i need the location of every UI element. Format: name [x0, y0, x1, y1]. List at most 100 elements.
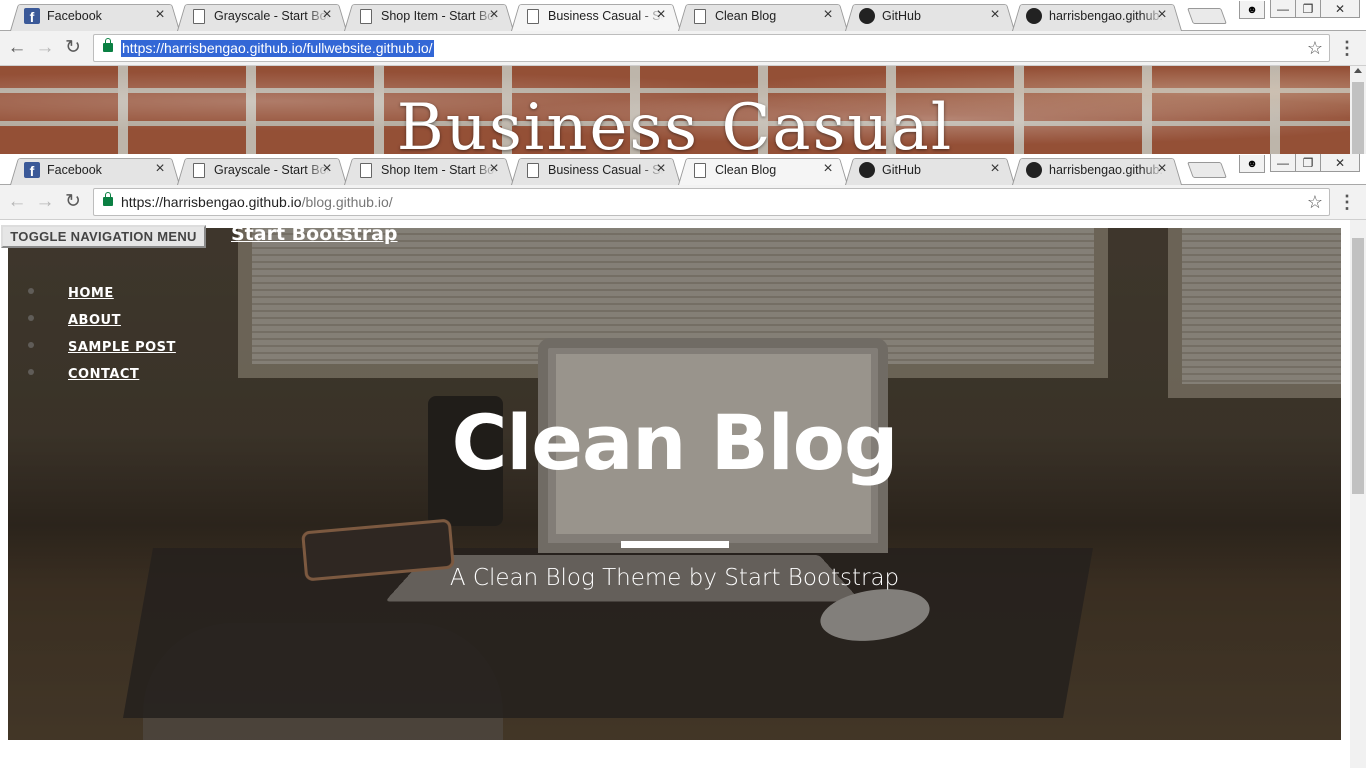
tab-strip: f Facebook × Grayscale - Start Bootstrap… — [0, 154, 1366, 185]
hero-header: Clean Blog A Clean Blog Theme by Start B… — [8, 228, 1341, 740]
tab-harrisbengao[interactable]: harrisbengao.github.io × — [1012, 155, 1182, 185]
address-bar[interactable]: https://harrisbengao.github.io/blog.gith… — [93, 188, 1330, 216]
tab-title: Clean Blog — [715, 163, 777, 177]
close-icon[interactable]: × — [987, 7, 1003, 23]
tab-clean-blog[interactable]: Clean Blog × — [678, 155, 848, 185]
title-divider — [621, 541, 729, 548]
minimize-button[interactable]: — — [1270, 0, 1296, 18]
tab-title: Clean Blog — [715, 9, 777, 23]
page-icon — [527, 9, 539, 24]
business-casual-title: Business Casual — [396, 91, 954, 154]
close-icon[interactable]: × — [319, 7, 335, 23]
scroll-up-icon[interactable] — [1354, 68, 1362, 73]
nav-link-sample-post[interactable]: SAMPLE POST — [68, 340, 176, 355]
page-icon — [527, 163, 539, 178]
reload-icon[interactable]: ↻ — [62, 191, 84, 213]
outer-scrollbar[interactable] — [1350, 66, 1366, 154]
page-scrollbar[interactable] — [1350, 220, 1366, 768]
close-icon[interactable]: × — [653, 7, 669, 23]
browser-toolbar: ← → ↻ https://harrisbengao.github.io/ful… — [0, 31, 1366, 66]
tab-harrisbengao[interactable]: harrisbengao.github.io × — [1012, 1, 1182, 31]
back-icon[interactable]: ← — [6, 37, 28, 59]
page-icon — [694, 9, 706, 24]
window-controls: ☻ — ❐ ✕ — [1239, 154, 1360, 174]
bookmark-star-icon[interactable]: ☆ — [1307, 192, 1323, 212]
github-icon — [859, 8, 875, 24]
restore-button[interactable]: ❐ — [1295, 0, 1321, 18]
close-window-button[interactable]: ✕ — [1320, 0, 1360, 18]
nav-menu: HOME ABOUT SAMPLE POST CONTACT — [28, 284, 176, 392]
close-icon[interactable]: × — [987, 161, 1003, 177]
new-tab-button[interactable] — [1187, 162, 1227, 178]
clean-blog-page: Clean Blog A Clean Blog Theme by Start B… — [0, 220, 1366, 768]
close-icon[interactable]: × — [486, 161, 502, 177]
facebook-icon: f — [24, 8, 40, 25]
back-icon[interactable]: ← — [6, 191, 28, 213]
menu-icon[interactable]: ⋮ — [1338, 192, 1356, 212]
nav-link-contact[interactable]: CONTACT — [68, 367, 139, 382]
tab-title: Facebook — [47, 9, 102, 23]
close-icon[interactable]: × — [820, 161, 836, 177]
new-tab-button[interactable] — [1187, 8, 1227, 24]
bookmark-star-icon[interactable]: ☆ — [1307, 38, 1323, 58]
close-icon[interactable]: × — [319, 161, 335, 177]
tab-facebook[interactable]: f Facebook × — [10, 1, 180, 31]
window-controls: ☻ — ❐ ✕ — [1239, 0, 1360, 20]
url-path: /blog.github.io/ — [301, 194, 393, 210]
tab-github[interactable]: GitHub × — [845, 155, 1015, 185]
inner-browser-chrome: f Facebook × Grayscale - Start Bootstrap… — [0, 154, 1366, 220]
page-icon — [193, 163, 205, 178]
menu-icon[interactable]: ⋮ — [1338, 38, 1356, 58]
tab-github[interactable]: GitHub × — [845, 1, 1015, 31]
lock-icon — [103, 38, 113, 52]
tab-grayscale[interactable]: Grayscale - Start Bootstrap × — [177, 155, 347, 185]
page-icon — [193, 9, 205, 24]
github-icon — [859, 162, 875, 178]
close-window-button[interactable]: ✕ — [1320, 154, 1360, 172]
close-icon[interactable]: × — [152, 7, 168, 23]
brand-link[interactable]: Start Bootstrap — [231, 222, 398, 246]
url-text[interactable]: https://harrisbengao.github.io/blog.gith… — [121, 194, 393, 211]
tab-title: Shop Item - Start Bootstrap — [381, 9, 496, 23]
address-bar[interactable]: https://harrisbengao.github.io/fullwebsi… — [93, 34, 1330, 62]
github-icon — [1026, 8, 1042, 24]
nav-link-home[interactable]: HOME — [68, 286, 114, 301]
forward-icon[interactable]: → — [34, 191, 56, 213]
tab-shop-item[interactable]: Shop Item - Start Bootstrap × — [344, 155, 514, 185]
lock-icon — [103, 192, 113, 206]
reload-icon[interactable]: ↻ — [62, 37, 84, 59]
tab-business-casual[interactable]: Business Casual - Start Bootstrap × — [511, 155, 681, 185]
tab-title: Grayscale - Start Bootstrap — [214, 9, 329, 23]
close-icon[interactable]: × — [1154, 161, 1170, 177]
business-casual-header: Business Casual — [0, 66, 1350, 154]
tab-title: Shop Item - Start Bootstrap — [381, 163, 496, 177]
tab-grayscale[interactable]: Grayscale - Start Bootstrap × — [177, 1, 347, 31]
github-icon — [1026, 162, 1042, 178]
close-icon[interactable]: × — [1154, 7, 1170, 23]
tab-title: Business Casual - Start Bootstrap — [548, 163, 663, 177]
tab-facebook[interactable]: f Facebook × — [10, 155, 180, 185]
restore-button[interactable]: ❐ — [1295, 154, 1321, 172]
minimize-button[interactable]: — — [1270, 154, 1296, 172]
close-icon[interactable]: × — [152, 161, 168, 177]
url-text[interactable]: https://harrisbengao.github.io/fullwebsi… — [121, 40, 434, 57]
tab-title: Grayscale - Start Bootstrap — [214, 163, 329, 177]
close-icon[interactable]: × — [820, 7, 836, 23]
close-icon[interactable]: × — [653, 161, 669, 177]
close-icon[interactable]: × — [486, 7, 502, 23]
forward-icon[interactable]: → — [34, 37, 56, 59]
nav-link-about[interactable]: ABOUT — [68, 313, 121, 328]
user-icon[interactable]: ☻ — [1239, 1, 1265, 19]
scrollbar-thumb[interactable] — [1352, 238, 1364, 494]
facebook-icon: f — [24, 162, 40, 179]
page-icon — [694, 163, 706, 178]
nav-item-contact: CONTACT — [28, 365, 176, 392]
tab-business-casual[interactable]: Business Casual - Start Bootstrap × — [511, 1, 681, 31]
tab-shop-item[interactable]: Shop Item - Start Bootstrap × — [344, 1, 514, 31]
nav-item-sample-post: SAMPLE POST — [28, 338, 176, 365]
scrollbar-thumb[interactable] — [1352, 82, 1364, 154]
user-icon[interactable]: ☻ — [1239, 155, 1265, 173]
tab-clean-blog[interactable]: Clean Blog × — [678, 1, 848, 31]
outer-browser-chrome: f Facebook × Grayscale - Start Bootstrap… — [0, 0, 1366, 66]
toggle-navigation-button[interactable]: TOGGLE NAVIGATION MENU — [1, 225, 206, 248]
